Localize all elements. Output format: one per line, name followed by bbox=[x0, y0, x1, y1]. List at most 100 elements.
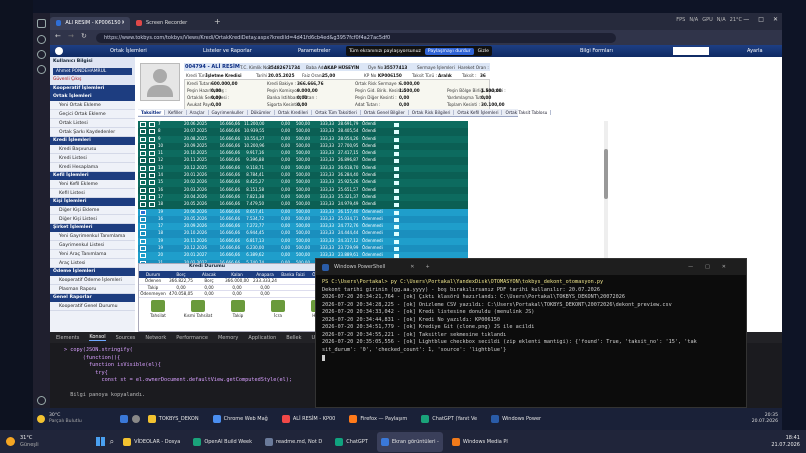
table-row[interactable]: 18 20.05.2026 16.666,66 7.479,50 0,00 500,00 3… bbox=[138, 201, 468, 209]
nav-item[interactable]: Plasman Raporu bbox=[50, 285, 135, 294]
nav-item[interactable]: Ortak Listesi bbox=[50, 119, 135, 128]
detail-tab[interactable]: Dökümler bbox=[248, 110, 275, 115]
inner-start-icon[interactable] bbox=[119, 415, 128, 423]
taskbar-app[interactable]: OpenAI Build Week bbox=[189, 432, 256, 452]
row-action-icon[interactable] bbox=[394, 210, 399, 215]
hide-share-button[interactable]: Gizle bbox=[478, 49, 489, 54]
row-checkbox[interactable] bbox=[140, 180, 146, 186]
row-action-icon[interactable] bbox=[394, 203, 399, 208]
nav-item[interactable]: Geçici Ortak Ekleme bbox=[50, 110, 135, 119]
row-checkbox[interactable] bbox=[140, 246, 146, 252]
nav-item[interactable]: Kredi Hesaplama bbox=[50, 163, 135, 172]
table-row[interactable]: 12 20.11.2025 16.666,66 9.396,88 0,00 500,00 3… bbox=[138, 157, 468, 165]
table-row[interactable]: 16 20.03.2026 16.666,66 8.151,58 0,00 500,00 3… bbox=[138, 186, 468, 194]
detail-tab[interactable]: Ortak Kredileri bbox=[275, 110, 313, 115]
detail-tab[interactable]: Ortak Genel Bilgiler bbox=[361, 110, 409, 115]
summary-button[interactable]: Takip bbox=[223, 299, 253, 318]
tab-screen-recorder[interactable]: Screen Recorder bbox=[130, 17, 210, 30]
detail-tab[interactable]: Ortak Tüm Taksitleri bbox=[312, 110, 361, 115]
row-checkbox[interactable] bbox=[140, 136, 146, 142]
detail-tab[interactable]: Araçlar bbox=[187, 110, 209, 115]
inner-search-icon[interactable] bbox=[131, 415, 140, 423]
row-checkbox[interactable] bbox=[140, 122, 146, 127]
detail-tab[interactable]: Ortak Kefil İşlemleri bbox=[454, 110, 503, 115]
menu-ayarla[interactable]: Ayarla bbox=[747, 48, 763, 54]
row-checkbox[interactable] bbox=[140, 238, 146, 244]
taskbar-app[interactable]: Ekran görüntüleri - bbox=[376, 431, 443, 452]
inner-taskbar-app[interactable]: ALİ RESİM - KP00 bbox=[278, 409, 340, 429]
row-action-icon[interactable] bbox=[394, 159, 399, 164]
row-checkbox[interactable] bbox=[140, 202, 146, 208]
nav-item[interactable]: Yeni Kefil Ekleme bbox=[50, 180, 135, 189]
row-select-checkbox[interactable] bbox=[149, 158, 155, 164]
row-checkbox[interactable] bbox=[140, 224, 146, 230]
grid-scrollbar-thumb[interactable] bbox=[604, 149, 608, 199]
row-select-checkbox[interactable] bbox=[149, 173, 155, 179]
back-icon[interactable]: ← bbox=[55, 32, 61, 40]
row-action-icon[interactable] bbox=[394, 217, 399, 222]
nav-item[interactable]: Kefil Listesi bbox=[50, 189, 135, 198]
detail-tab[interactable]: Kefiller bbox=[165, 110, 187, 115]
devtools-tab[interactable]: Konsol bbox=[89, 334, 106, 341]
menu-search-input[interactable] bbox=[673, 47, 709, 55]
table-row[interactable]: 14 20.01.2026 16.666,66 8.784,41 0,00 500,00 3… bbox=[138, 172, 468, 180]
row-action-icon[interactable] bbox=[394, 123, 399, 127]
start-icon[interactable] bbox=[95, 437, 105, 446]
taskbar-app[interactable]: Windows Media Pl bbox=[448, 432, 512, 452]
inner-taskbar-app[interactable]: Chrome Web Mağ bbox=[209, 409, 272, 429]
taskbar-app[interactable]: ChatGPT bbox=[331, 432, 372, 452]
nav-item[interactable]: Gayrimenkul Listesi bbox=[50, 241, 135, 250]
inner-taskbar-app[interactable]: TOKBYS_DEKON bbox=[144, 409, 203, 429]
nav-item[interactable]: Kredi Başvurusu bbox=[50, 145, 135, 154]
inner-taskbar-app[interactable]: ChatGPT (Yanıt Ve bbox=[417, 409, 481, 429]
sidebar-tabs-icon[interactable] bbox=[37, 19, 46, 28]
table-row[interactable]: 9 20.08.2025 16.666,66 10.554,27 0,00 500,00 3… bbox=[138, 135, 468, 143]
history-icon[interactable] bbox=[37, 35, 46, 44]
clock-icon[interactable] bbox=[37, 65, 46, 74]
nav-item[interactable]: Kredi Listesi bbox=[50, 154, 135, 163]
summary-button[interactable]: Tahsilat bbox=[143, 299, 173, 318]
devtools-tab[interactable]: Memory bbox=[218, 335, 238, 341]
table-row[interactable]: 7 20.06.2025 16.666,66 11.200,00 0,00 500,00 3… bbox=[138, 121, 468, 129]
table-row[interactable]: 8 20.07.2025 16.666,66 10.939,55 0,00 500,00 3… bbox=[138, 128, 468, 136]
detail-tab[interactable]: Ortak Taksit Tablosu bbox=[502, 110, 552, 115]
devtools-tab[interactable]: Network bbox=[145, 335, 166, 341]
row-select-checkbox[interactable] bbox=[149, 187, 155, 193]
table-row[interactable]: 11 20.10.2025 16.666,66 9.917,16 0,00 500,00 3… bbox=[138, 150, 468, 158]
row-action-icon[interactable] bbox=[394, 152, 399, 157]
table-row[interactable]: 18 20.10.2026 16.666,66 6.944,45 0,00 500,00 3… bbox=[138, 230, 468, 238]
downloads-icon[interactable] bbox=[37, 50, 46, 59]
forward-icon[interactable]: → bbox=[68, 32, 74, 40]
devtools-tab[interactable]: Elements bbox=[56, 335, 79, 341]
nav-item[interactable]: Kooperatif Ödeme İşlemleri bbox=[50, 276, 135, 285]
row-checkbox[interactable] bbox=[140, 151, 146, 157]
tab-ali-resim[interactable]: ALİ RESİM - KP006150 Kredi Bilgiler bbox=[50, 16, 130, 30]
table-row[interactable]: 16 20.05.2026 16.666,66 7.534,72 0,00 500,00 3… bbox=[138, 215, 468, 224]
new-tab-icon[interactable]: + bbox=[214, 17, 221, 26]
taskbar-app[interactable]: VİDEOLAR - Dosya bbox=[119, 432, 184, 452]
close-window-button[interactable]: ✕ bbox=[773, 16, 778, 23]
row-action-icon[interactable] bbox=[394, 195, 399, 200]
new-terminal-tab-icon[interactable]: + bbox=[425, 264, 429, 270]
row-select-checkbox[interactable] bbox=[149, 129, 155, 135]
nav-item[interactable]: Diğer Kişi Ekleme bbox=[50, 206, 135, 215]
search-icon[interactable]: ⌕ bbox=[110, 437, 114, 447]
row-checkbox[interactable] bbox=[140, 209, 146, 215]
row-action-icon[interactable] bbox=[394, 144, 399, 149]
row-action-icon[interactable] bbox=[394, 188, 399, 193]
row-action-icon[interactable] bbox=[394, 174, 399, 179]
row-select-checkbox[interactable] bbox=[149, 165, 155, 171]
detail-tab[interactable]: Gayrimenkuller bbox=[209, 110, 248, 115]
minimize-button[interactable]: — bbox=[743, 16, 749, 23]
row-action-icon[interactable] bbox=[394, 232, 399, 237]
nav-item[interactable]: Diğer Kişi Listesi bbox=[50, 215, 135, 224]
maximize-button[interactable]: □ bbox=[758, 16, 764, 23]
row-checkbox[interactable] bbox=[140, 231, 146, 237]
table-row[interactable]: 19 20.12.2026 16.666,66 6.230,00 0,00 500,00 3… bbox=[138, 245, 468, 253]
summary-button[interactable]: Kısmi Tahsilat bbox=[183, 299, 213, 318]
row-checkbox[interactable] bbox=[140, 216, 146, 222]
devtools-tab[interactable]: Application bbox=[248, 335, 276, 341]
row-action-icon[interactable] bbox=[394, 130, 399, 135]
row-select-checkbox[interactable] bbox=[149, 122, 155, 127]
devtools-tab[interactable]: Bellek bbox=[286, 335, 301, 341]
